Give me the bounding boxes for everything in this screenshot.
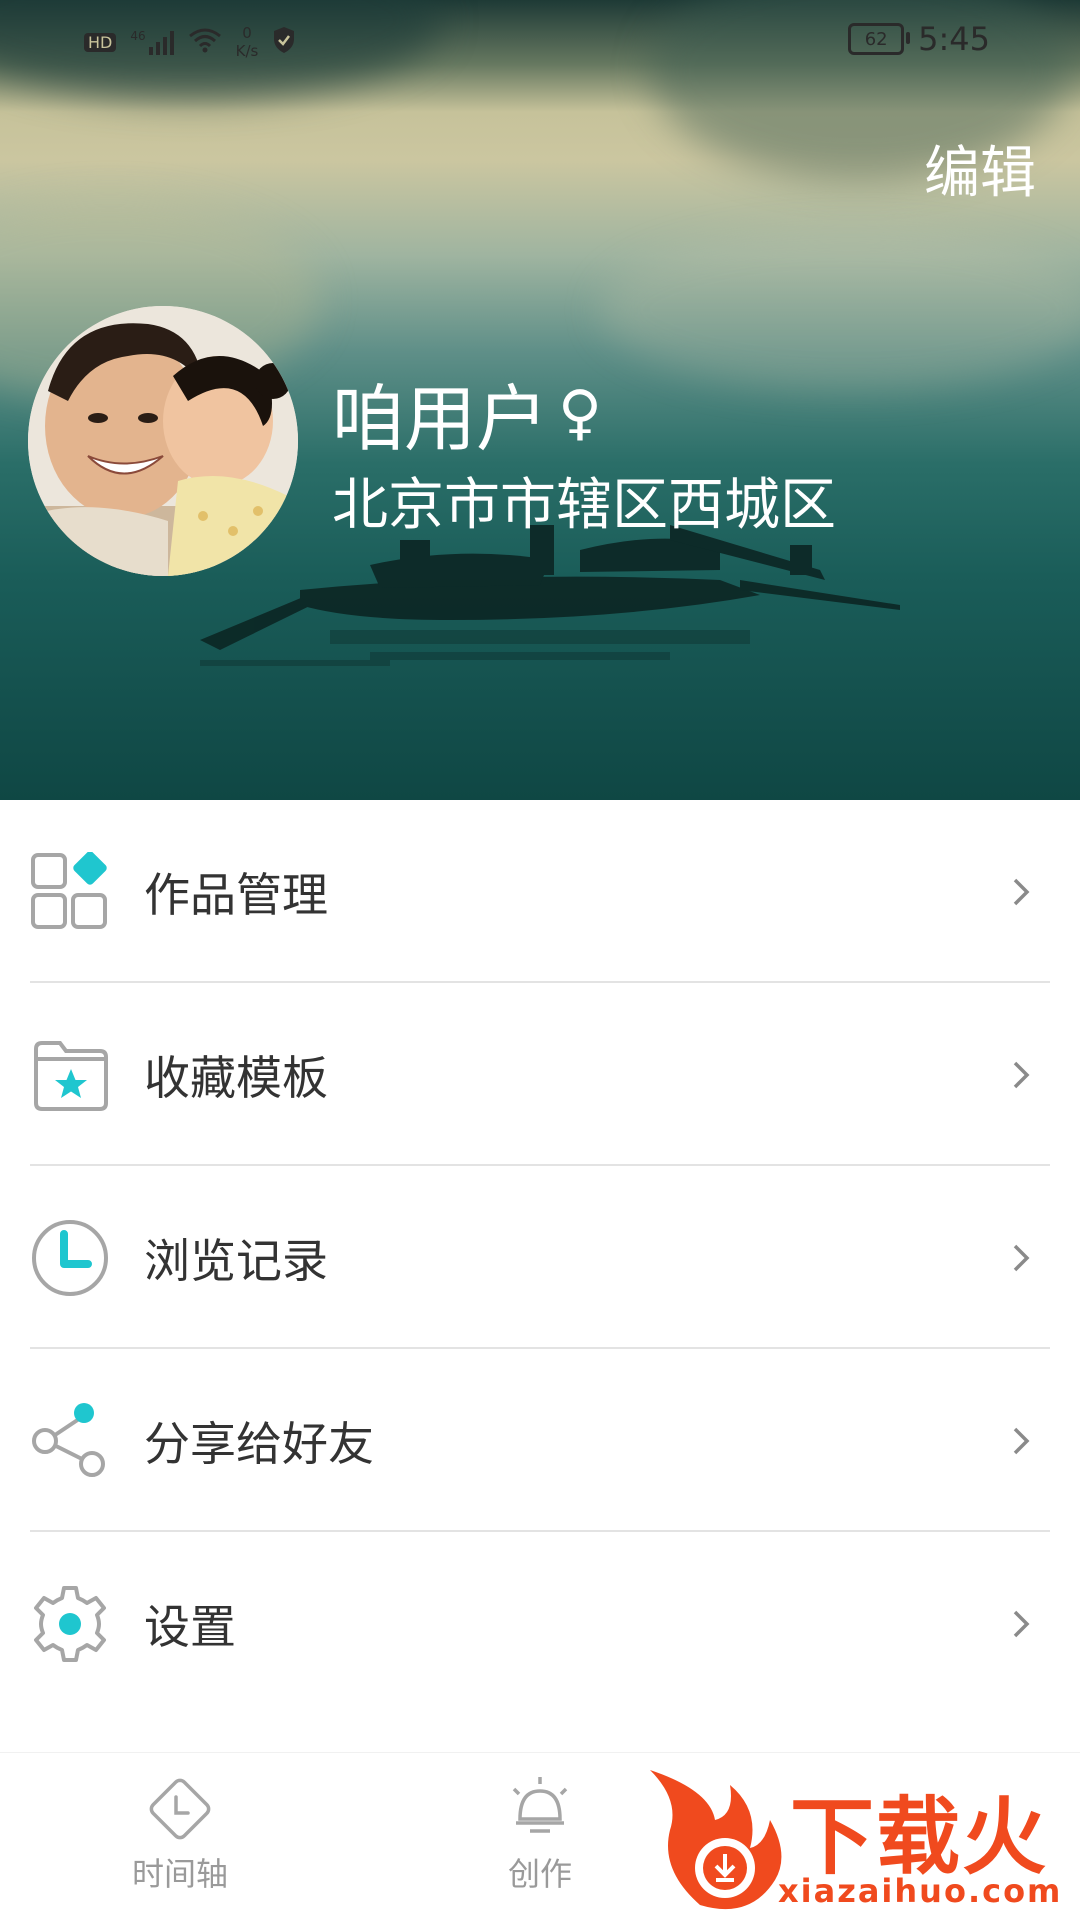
shield-icon xyxy=(272,26,296,59)
timeline-icon xyxy=(149,1778,211,1840)
gear-icon xyxy=(34,1585,106,1662)
battery-indicator: 62 xyxy=(848,23,911,55)
menu-label: 浏览记录 xyxy=(144,1233,328,1288)
chevron-right-icon xyxy=(1013,1244,1030,1271)
folder-star-icon xyxy=(34,1040,108,1111)
clock: 5:45 xyxy=(918,20,990,58)
tab-label: 时间轴 xyxy=(131,1855,228,1893)
hd-indicator: HD xyxy=(84,32,117,52)
menu-label: 分享给好友 xyxy=(144,1416,374,1471)
tab-label: 创作 xyxy=(507,1855,572,1893)
speed-unit: K/s xyxy=(235,42,259,60)
watermark-logo: 下载火 xiazaihuo.com xyxy=(640,1760,1080,1920)
menu-item-history[interactable]: 浏览记录 xyxy=(0,1166,1080,1349)
chevron-right-icon xyxy=(1013,1061,1030,1088)
location: 北京市市辖区西城区 xyxy=(332,473,836,538)
menu-label: 设置 xyxy=(144,1599,236,1654)
battery-level: 62 xyxy=(864,28,888,50)
menu-item-works[interactable]: 作品管理 xyxy=(0,800,1080,983)
grid-icon xyxy=(31,851,107,929)
menu-label: 作品管理 xyxy=(144,867,328,922)
female-icon: ♀ xyxy=(558,377,602,448)
clock-icon xyxy=(32,1219,108,1296)
avatar-photo xyxy=(28,306,298,576)
menu-item-settings[interactable]: 设置 xyxy=(0,1532,1080,1715)
network-speed: 0 K/s xyxy=(236,24,259,60)
username: 咱用户 ♀ xyxy=(332,360,602,465)
speed-value: 0 xyxy=(242,24,252,42)
chevron-right-icon xyxy=(1013,1610,1030,1637)
signal-icon: 46 xyxy=(130,29,174,55)
tab-timeline[interactable]: 时间轴 xyxy=(100,1773,260,1903)
edit-button[interactable]: 编辑 xyxy=(924,128,1036,209)
username-text: 咱用户 xyxy=(332,377,549,461)
network-type: 46 xyxy=(130,29,146,43)
bulb-icon xyxy=(512,1777,568,1833)
share-icon xyxy=(32,1402,105,1477)
menu-list: 作品管理 收藏模板 浏览记录 分享给好友 设置 xyxy=(0,800,1080,1715)
menu-item-share[interactable]: 分享给好友 xyxy=(0,1349,1080,1532)
status-bar: HD 46 0 K/s 62 5:45 xyxy=(0,0,1080,80)
tab-create[interactable]: 创作 xyxy=(460,1773,620,1903)
watermark-url: xiazaihuo.com xyxy=(778,1872,1063,1910)
menu-item-favorites[interactable]: 收藏模板 xyxy=(0,983,1080,1166)
chevron-right-icon xyxy=(1013,1427,1030,1454)
wifi-icon xyxy=(188,27,222,58)
avatar[interactable] xyxy=(28,306,298,576)
chevron-right-icon xyxy=(1013,878,1030,905)
profile-header: HD 46 0 K/s 62 5:45 编辑 咱用户 ♀ 北京市市辖区西城区 xyxy=(0,0,1080,800)
menu-label: 收藏模板 xyxy=(144,1050,328,1105)
